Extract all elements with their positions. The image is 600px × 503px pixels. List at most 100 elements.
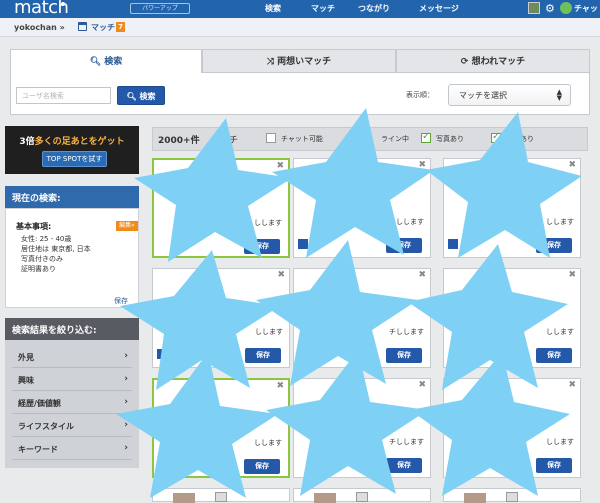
tab-search-label: 検索 <box>104 57 123 67</box>
close-icon[interactable]: ✖ <box>418 380 426 390</box>
profile-card[interactable]: ✖ しします 保存 <box>443 268 581 368</box>
match-link[interactable]: マッチ <box>91 22 115 33</box>
avatar[interactable] <box>528 2 540 14</box>
sort-select[interactable]: マッチを選択 ▲ ▼ <box>448 84 571 106</box>
save-search-link[interactable]: 保存 <box>114 296 128 306</box>
profile-icon <box>298 239 308 249</box>
refine-label: ライフスタイル <box>18 422 74 431</box>
tab-mutual-match[interactable]: ⤨ 両想いマッチ <box>202 49 396 73</box>
result-count: 2000+件 <box>158 136 200 146</box>
search-button[interactable]: 🔍︎ 検索 <box>117 86 165 105</box>
tab-mutual-label: 両想いマッチ <box>277 57 332 67</box>
photo-checkbox[interactable] <box>421 131 431 143</box>
profile-card[interactable]: ✖ しします 保存 <box>443 158 581 258</box>
chevron-right-icon: › <box>124 420 128 430</box>
top-navigation-bar: match パワーアップ 検索 マッチ つながり メッセージ ⚙ チャッ <box>0 0 600 18</box>
profile-card[interactable]: ✖ チしします 保存 <box>293 268 431 368</box>
photo-icon <box>215 492 227 502</box>
card-message: しします <box>255 328 283 336</box>
profile-card[interactable]: ✖ しします 保存 <box>293 158 431 258</box>
criteria-line: 居住地は 東京都, 日本 <box>21 245 91 253</box>
save-button[interactable]: 保存 <box>245 348 281 363</box>
profile-card[interactable]: ✖ しします 保存 <box>152 158 290 258</box>
arrows-icon: ⤨ <box>266 57 275 67</box>
chat-label[interactable]: チャッ <box>574 3 598 14</box>
results-filter-bar: 2000+件 チ チャット可能 ライン中 写真あり 明書あり <box>152 127 588 151</box>
updown-icon: ▲ ▼ <box>556 88 562 102</box>
chevron-right-icon: › <box>124 374 128 384</box>
profile-icon <box>448 239 458 249</box>
profile-card[interactable]: ✖ チしします 保存 <box>293 378 431 478</box>
profile-card[interactable]: ✖ しします 保存 <box>443 378 581 478</box>
current-search-heading: 現在の検索: <box>5 186 139 208</box>
refine-label: キーワード <box>18 445 58 454</box>
profile-card[interactable]: ✖ しします 保存 <box>152 378 290 478</box>
save-button[interactable]: 保存 <box>386 458 422 473</box>
close-icon[interactable]: ✖ <box>568 380 576 390</box>
criteria-line: 女性: 25 - 40歳 <box>21 235 72 243</box>
profile-photo <box>173 493 195 503</box>
powerup-button[interactable]: パワーアップ <box>130 3 190 14</box>
calendar-icon <box>78 22 87 31</box>
gear-icon[interactable]: ⚙ <box>545 2 555 15</box>
card-message: チしします <box>389 438 424 446</box>
tab-search[interactable]: 🔍︎ 検索 <box>10 49 202 73</box>
card-message: しします <box>254 219 282 227</box>
refine-heading: 検索結果を絞り込む: <box>5 318 139 340</box>
logo-dot <box>61 2 65 6</box>
promo-text: 3倍多くの足あとをゲット <box>5 134 139 147</box>
close-icon[interactable]: ✖ <box>568 160 576 170</box>
certified-checkbox[interactable] <box>491 131 501 143</box>
photo-icon <box>506 492 518 502</box>
username-link[interactable]: yokochan » <box>14 23 65 32</box>
save-button[interactable]: 保存 <box>536 238 572 253</box>
card-message: チしします <box>389 328 424 336</box>
criteria-line: 証明書あり <box>21 265 56 273</box>
close-icon[interactable]: ✖ <box>277 270 285 280</box>
tab-admirer-match[interactable]: ⟳ 想われマッチ <box>396 49 590 73</box>
tab-admirer-label: 想われマッチ <box>471 57 526 67</box>
filter-label: チャット可能 <box>281 135 323 143</box>
refine-label: 外見 <box>18 353 34 362</box>
sort-label: 表示順： <box>406 91 434 99</box>
save-button[interactable]: 保存 <box>536 458 572 473</box>
card-message: しします <box>546 328 574 336</box>
save-button[interactable]: 保存 <box>244 239 280 254</box>
save-button[interactable]: 保存 <box>386 238 422 253</box>
refine-label: 興味 <box>18 376 34 385</box>
nav-match[interactable]: マッチ <box>311 3 335 14</box>
save-button[interactable]: 保存 <box>386 348 422 363</box>
match-count-badge: 7 <box>116 22 125 32</box>
save-button[interactable]: 保存 <box>244 459 280 474</box>
close-icon[interactable]: ✖ <box>418 160 426 170</box>
chat-icon[interactable] <box>560 2 572 14</box>
cycle-icon: ⟳ <box>460 57 469 67</box>
search-button-label: 検索 <box>139 92 156 101</box>
refine-background[interactable]: 経歴/価値観 › <box>12 394 132 414</box>
close-icon[interactable]: ✖ <box>276 381 284 391</box>
nav-search[interactable]: 検索 <box>265 3 281 14</box>
chat-available-checkbox[interactable] <box>266 133 276 143</box>
refine-interests[interactable]: 興味 › <box>12 371 132 391</box>
username-search-input[interactable]: ユーザ名検索 <box>16 87 111 104</box>
photo-icon <box>356 492 368 502</box>
close-icon[interactable]: ✖ <box>276 161 284 171</box>
close-icon[interactable]: ✖ <box>568 270 576 280</box>
search-panel: ユーザ名検索 🔍︎ 検索 表示順： マッチを選択 ▲ ▼ <box>10 73 590 115</box>
refine-appearance[interactable]: 外見 › <box>12 348 132 368</box>
chevron-right-icon: › <box>124 351 128 361</box>
nav-messages[interactable]: メッセージ <box>419 3 459 14</box>
card-message: しします <box>546 438 574 446</box>
save-button[interactable]: 保存 <box>536 348 572 363</box>
card-message: しします <box>254 439 282 447</box>
promo-highlight: 多くの足あとをゲット <box>34 137 125 147</box>
refine-panel: 外見 › 興味 › 経歴/価値観 › ライフスタイル › キーワード › <box>5 340 139 468</box>
refine-keyword[interactable]: キーワード › <box>12 440 132 460</box>
nav-connections[interactable]: つながり <box>358 3 390 14</box>
filter-label: 明書あり <box>506 135 534 143</box>
profile-card[interactable]: ✖ しします 保存 <box>152 268 290 368</box>
top-spot-button[interactable]: TOP SPOTを試す <box>42 151 107 167</box>
close-icon[interactable]: ✖ <box>418 270 426 280</box>
refine-lifestyle[interactable]: ライフスタイル › <box>12 417 132 437</box>
edit-button[interactable]: 編集» <box>116 221 138 231</box>
